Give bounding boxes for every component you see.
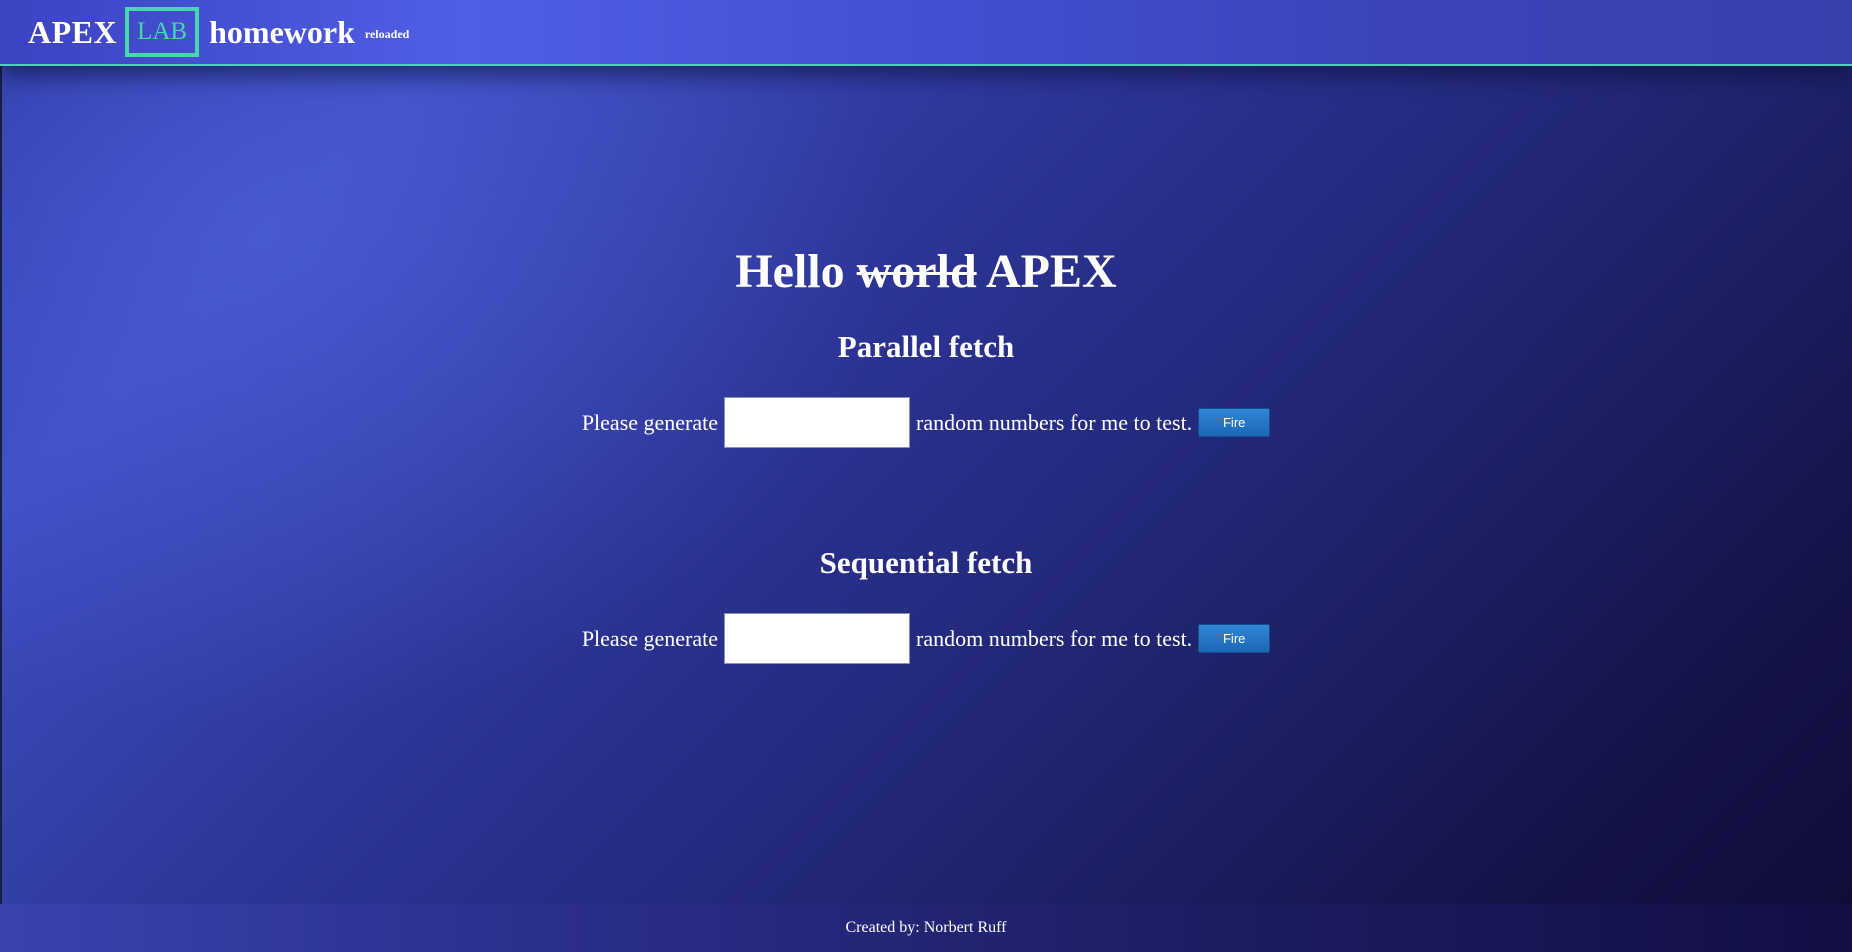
page-footer: Created by: Norbert Ruff — [0, 904, 1852, 952]
title-name: APEX — [986, 245, 1117, 298]
footer-credit: Created by: Norbert Ruff — [845, 919, 1007, 936]
brand-apex: APEX — [28, 13, 118, 50]
sequential-count-input[interactable] — [724, 613, 911, 664]
brand-homework: homework — [209, 13, 355, 50]
sequential-fetch-title: Sequential fetch — [819, 545, 1033, 580]
page-title: Hello world APEX — [0, 242, 1852, 302]
parallel-suffix: random numbers for me to test. — [916, 409, 1193, 435]
sequential-fetch-row: Please generate random numbers for me to… — [0, 613, 1852, 664]
sequential-fire-button[interactable]: Fire — [1198, 624, 1271, 653]
parallel-fetch-title: Parallel fetch — [837, 329, 1015, 364]
parallel-prefix: Please generate — [581, 409, 719, 435]
parallel-fetch-row: Please generate random numbers for me to… — [0, 397, 1852, 448]
title-struck-word: world — [856, 245, 977, 298]
title-hello: Hello — [735, 245, 845, 298]
parallel-fire-button[interactable]: Fire — [1198, 408, 1271, 437]
brand-lab-box: LAB — [125, 7, 200, 57]
parallel-count-input[interactable] — [724, 397, 911, 448]
brand-tag: reloaded — [364, 27, 410, 41]
sequential-prefix: Please generate — [581, 625, 719, 651]
sequential-suffix: random numbers for me to test. — [916, 625, 1193, 651]
main-content: Hello world APEX Parallel fetch Please g… — [0, 66, 1852, 904]
top-header: APEX LAB homework reloaded — [0, 0, 1852, 66]
